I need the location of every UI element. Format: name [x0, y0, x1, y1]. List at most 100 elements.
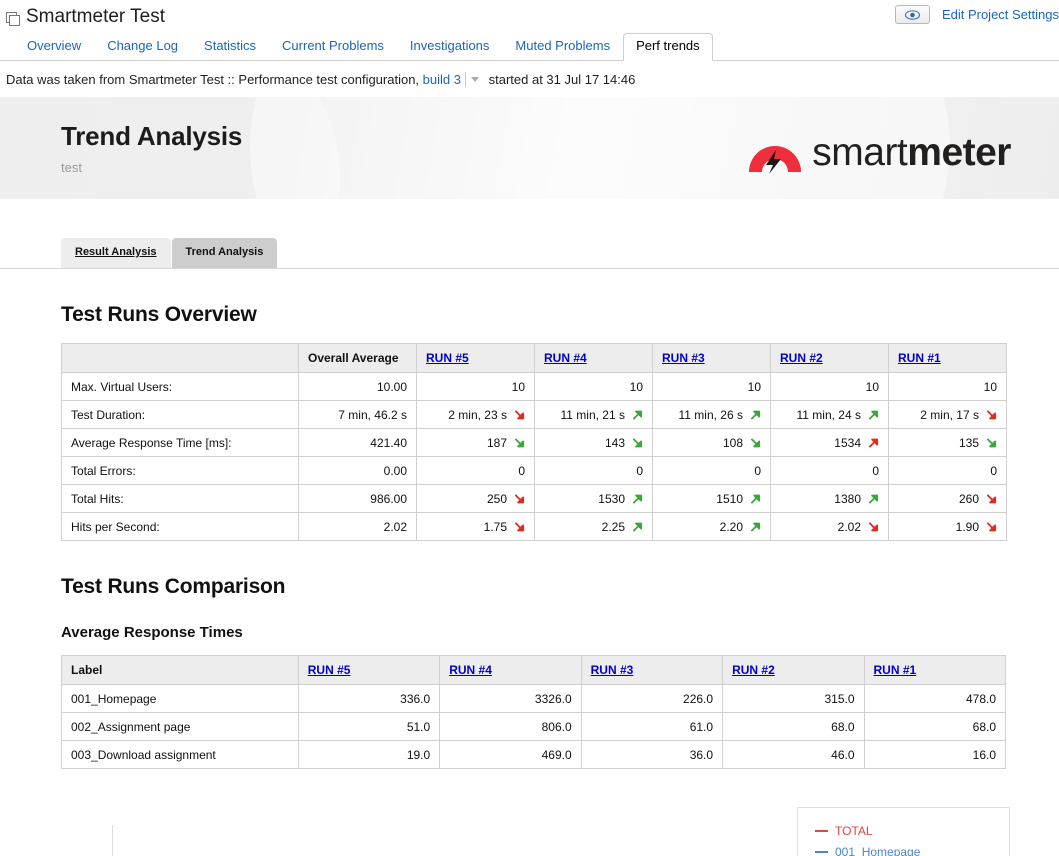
- run-3-link[interactable]: RUN #3: [591, 663, 634, 677]
- visibility-toggle-button[interactable]: [894, 5, 930, 24]
- tab-investigations[interactable]: Investigations: [397, 33, 503, 61]
- tab-change-log[interactable]: Change Log: [94, 33, 191, 61]
- tab-overview[interactable]: Overview: [14, 33, 94, 61]
- overview-header-overall-average: Overall Average: [298, 343, 417, 373]
- build-info-line: Data was taken from Smartmeter Test :: P…: [0, 61, 1059, 97]
- trend-arrow-down-green-icon: [632, 437, 643, 449]
- run-2-link[interactable]: RUN #2: [780, 351, 823, 365]
- legend-item-total[interactable]: TOTAL: [815, 820, 1009, 841]
- report-tab-result-analysis-label: Result Analysis: [75, 246, 157, 258]
- report-banner: Trend Analysis test smartmeter: [0, 97, 1059, 199]
- overview-cell: 187: [416, 428, 535, 457]
- overview-row-label: Hits per Second:: [61, 512, 299, 541]
- overview-cell: 0: [534, 456, 653, 485]
- trend-arrow-down-red-icon: [514, 493, 525, 505]
- legend-item-001-homepage-label: 001_Homepage: [835, 844, 921, 856]
- tab-perf-trends[interactable]: Perf trends: [623, 33, 713, 61]
- overview-cell-value: 10: [629, 379, 643, 394]
- run-1-link[interactable]: RUN #1: [898, 351, 941, 365]
- run-5-link[interactable]: RUN #5: [308, 663, 351, 677]
- tab-statistics[interactable]: Statistics: [191, 33, 269, 61]
- average-response-times-table: Label RUN #5 RUN #4 RUN #3 RUN #2 RUN #1…: [61, 655, 1006, 769]
- comparison-cell: 336.0: [297, 684, 441, 713]
- overview-cell-value: 421.40: [370, 435, 407, 450]
- comparison-cell: 3326.0: [439, 684, 582, 713]
- overview-header-run-4: RUN #4: [534, 343, 653, 373]
- overview-cell-value: 11 min, 26 s: [678, 407, 743, 422]
- run-5-link[interactable]: RUN #5: [426, 351, 469, 365]
- chart-y-axis: [112, 825, 113, 856]
- response-times-chart: TOTAL 001_Homepage: [61, 795, 1059, 856]
- test-runs-overview-table: Overall Average RUN #5 RUN #4 RUN #3 RUN…: [61, 343, 1007, 541]
- overview-cell: 10: [770, 372, 889, 401]
- run-4-link[interactable]: RUN #4: [449, 663, 492, 677]
- overview-cell-value: 1.75: [483, 519, 507, 534]
- overview-cell: 0: [416, 456, 535, 485]
- tab-current-problems[interactable]: Current Problems: [269, 33, 397, 61]
- build-dropdown-toggle[interactable]: [464, 72, 479, 87]
- smartmeter-logo-icon: [746, 128, 804, 177]
- overview-cell-value: 10: [983, 379, 997, 394]
- comparison-row-label: 001_Homepage: [61, 684, 299, 713]
- trend-arrow-down-red-icon: [986, 521, 997, 533]
- tab-muted-problems[interactable]: Muted Problems: [502, 33, 623, 61]
- overview-cell: 10: [652, 372, 771, 401]
- trend-arrow-up-green-icon: [750, 493, 761, 505]
- overview-cell-value: 187: [486, 435, 507, 450]
- overview-cell-value: 1530: [598, 491, 625, 506]
- overview-cell-value: 10: [511, 379, 525, 394]
- overview-cell: 10: [534, 372, 653, 401]
- run-2-link[interactable]: RUN #2: [732, 663, 775, 677]
- page-title: Smartmeter Test: [26, 6, 166, 27]
- comparison-header-run-1: RUN #1: [863, 655, 1006, 685]
- report-sub-tabs: Result Analysis Trend Analysis: [0, 199, 1059, 269]
- overview-cell-value: 135: [958, 435, 979, 450]
- comparison-cell: 68.0: [722, 712, 865, 741]
- trend-arrow-down-green-icon: [986, 437, 997, 449]
- legend-item-001-homepage[interactable]: 001_Homepage: [815, 841, 1009, 856]
- run-4-link[interactable]: RUN #4: [544, 351, 587, 365]
- trend-arrow-down-red-icon: [868, 521, 879, 533]
- overview-cell-value: 0: [518, 463, 525, 478]
- overview-row-label: Max. Virtual Users:: [61, 372, 299, 401]
- overview-cell-value: 143: [604, 435, 625, 450]
- trend-arrow-up-red-icon: [868, 437, 879, 449]
- overview-cell-value: 1510: [716, 491, 743, 506]
- table-row: Total Hits: 986.00 250 1530 1510 1380 260: [61, 484, 1007, 513]
- run-3-link[interactable]: RUN #3: [662, 351, 705, 365]
- overview-cell-value: 10: [865, 379, 879, 394]
- overview-cell: 0.00: [298, 456, 417, 485]
- table-header-row: Label RUN #5 RUN #4 RUN #3 RUN #2 RUN #1: [61, 655, 1006, 685]
- overview-row-label: Test Duration:: [61, 400, 299, 429]
- overview-cell-value: 260: [958, 491, 979, 506]
- overview-cell-value: 2.02: [837, 519, 861, 534]
- chart-legend: TOTAL 001_Homepage: [797, 807, 1010, 856]
- overview-cell-value: 2.20: [719, 519, 743, 534]
- overview-cell: 10: [416, 372, 535, 401]
- eye-icon: [904, 9, 920, 20]
- overview-cell-value: 2 min, 17 s: [920, 407, 979, 422]
- comparison-cell: 16.0: [863, 740, 1006, 769]
- overview-cell: 1530: [534, 484, 653, 513]
- overview-cell-value: 0: [872, 463, 879, 478]
- trend-arrow-down-red-icon: [986, 493, 997, 505]
- top-bar-actions: Edit Project Settings: [894, 5, 1059, 24]
- comparison-cell: 61.0: [580, 712, 724, 741]
- overview-header-blank: [61, 343, 299, 373]
- edit-project-settings-link[interactable]: Edit Project Settings: [942, 7, 1059, 22]
- run-1-link[interactable]: RUN #1: [874, 663, 917, 677]
- test-runs-overview-heading: Test Runs Overview: [61, 303, 257, 326]
- overview-cell-value: 250: [486, 491, 507, 506]
- comparison-cell: 46.0: [722, 740, 865, 769]
- build-link[interactable]: build 3: [423, 72, 461, 87]
- average-response-times-heading: Average Response Times: [61, 624, 243, 641]
- overview-cell: 0: [888, 456, 1007, 485]
- overview-header-run-1: RUN #1: [888, 343, 1007, 373]
- table-row: 001_Homepage 336.0 3326.0 226.0 315.0 478.0: [61, 684, 1006, 713]
- report-tab-result-analysis[interactable]: Result Analysis: [61, 238, 171, 268]
- trend-arrow-down-red-icon: [514, 409, 525, 421]
- report-tab-trend-analysis[interactable]: Trend Analysis: [171, 238, 278, 268]
- trend-arrow-down-green-icon: [514, 437, 525, 449]
- trend-arrow-down-red-icon: [514, 521, 525, 533]
- comparison-header-run-4: RUN #4: [439, 655, 582, 685]
